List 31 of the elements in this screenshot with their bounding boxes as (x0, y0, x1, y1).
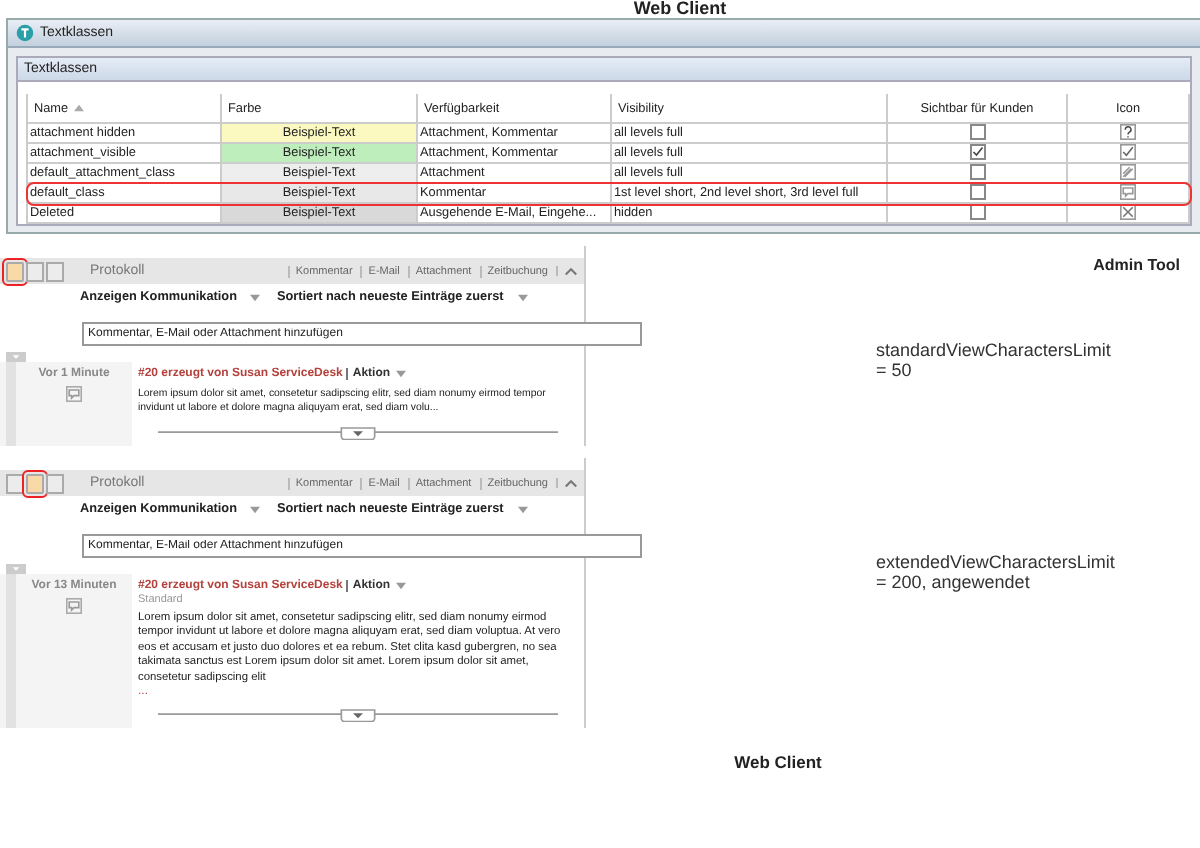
caret-icon (396, 370, 407, 378)
comment-icon (1120, 185, 1136, 201)
view-toggle-button[interactable] (26, 261, 44, 281)
caret-icon (517, 293, 528, 301)
note-text: standardViewCharactersLimit = 50 (876, 340, 1113, 380)
view-toggle-button[interactable] (46, 261, 64, 281)
checkbox[interactable] (969, 145, 985, 161)
app-icon (16, 24, 34, 42)
checkmark-icon (1120, 145, 1136, 161)
caret-icon (250, 505, 261, 513)
checkbox[interactable] (969, 125, 985, 141)
checkbox[interactable] (969, 165, 985, 181)
caption: Web Client (732, 752, 824, 773)
expand-handle-icon[interactable] (158, 708, 558, 723)
comment-icon (66, 386, 82, 402)
expand-handle-icon[interactable] (158, 426, 558, 440)
comment-icon (66, 598, 82, 614)
caret-icon (250, 293, 261, 301)
caret-icon (396, 582, 407, 590)
caption: Web Client (631, 0, 729, 18)
caption: Admin Tool (1093, 256, 1180, 274)
collapse-tab-icon[interactable] (6, 352, 26, 362)
view-toggle-button[interactable] (26, 473, 44, 493)
caret-icon (517, 505, 528, 513)
checkbox[interactable] (969, 185, 985, 201)
view-toggle-button[interactable] (6, 261, 24, 281)
collapse-tab-icon[interactable] (6, 564, 26, 574)
note-text: extendedViewCharactersLimit = 200, angewendet (876, 552, 1117, 592)
view-toggle-button[interactable] (6, 473, 24, 493)
question-icon (1120, 125, 1136, 141)
view-toggle-button[interactable] (46, 473, 64, 493)
